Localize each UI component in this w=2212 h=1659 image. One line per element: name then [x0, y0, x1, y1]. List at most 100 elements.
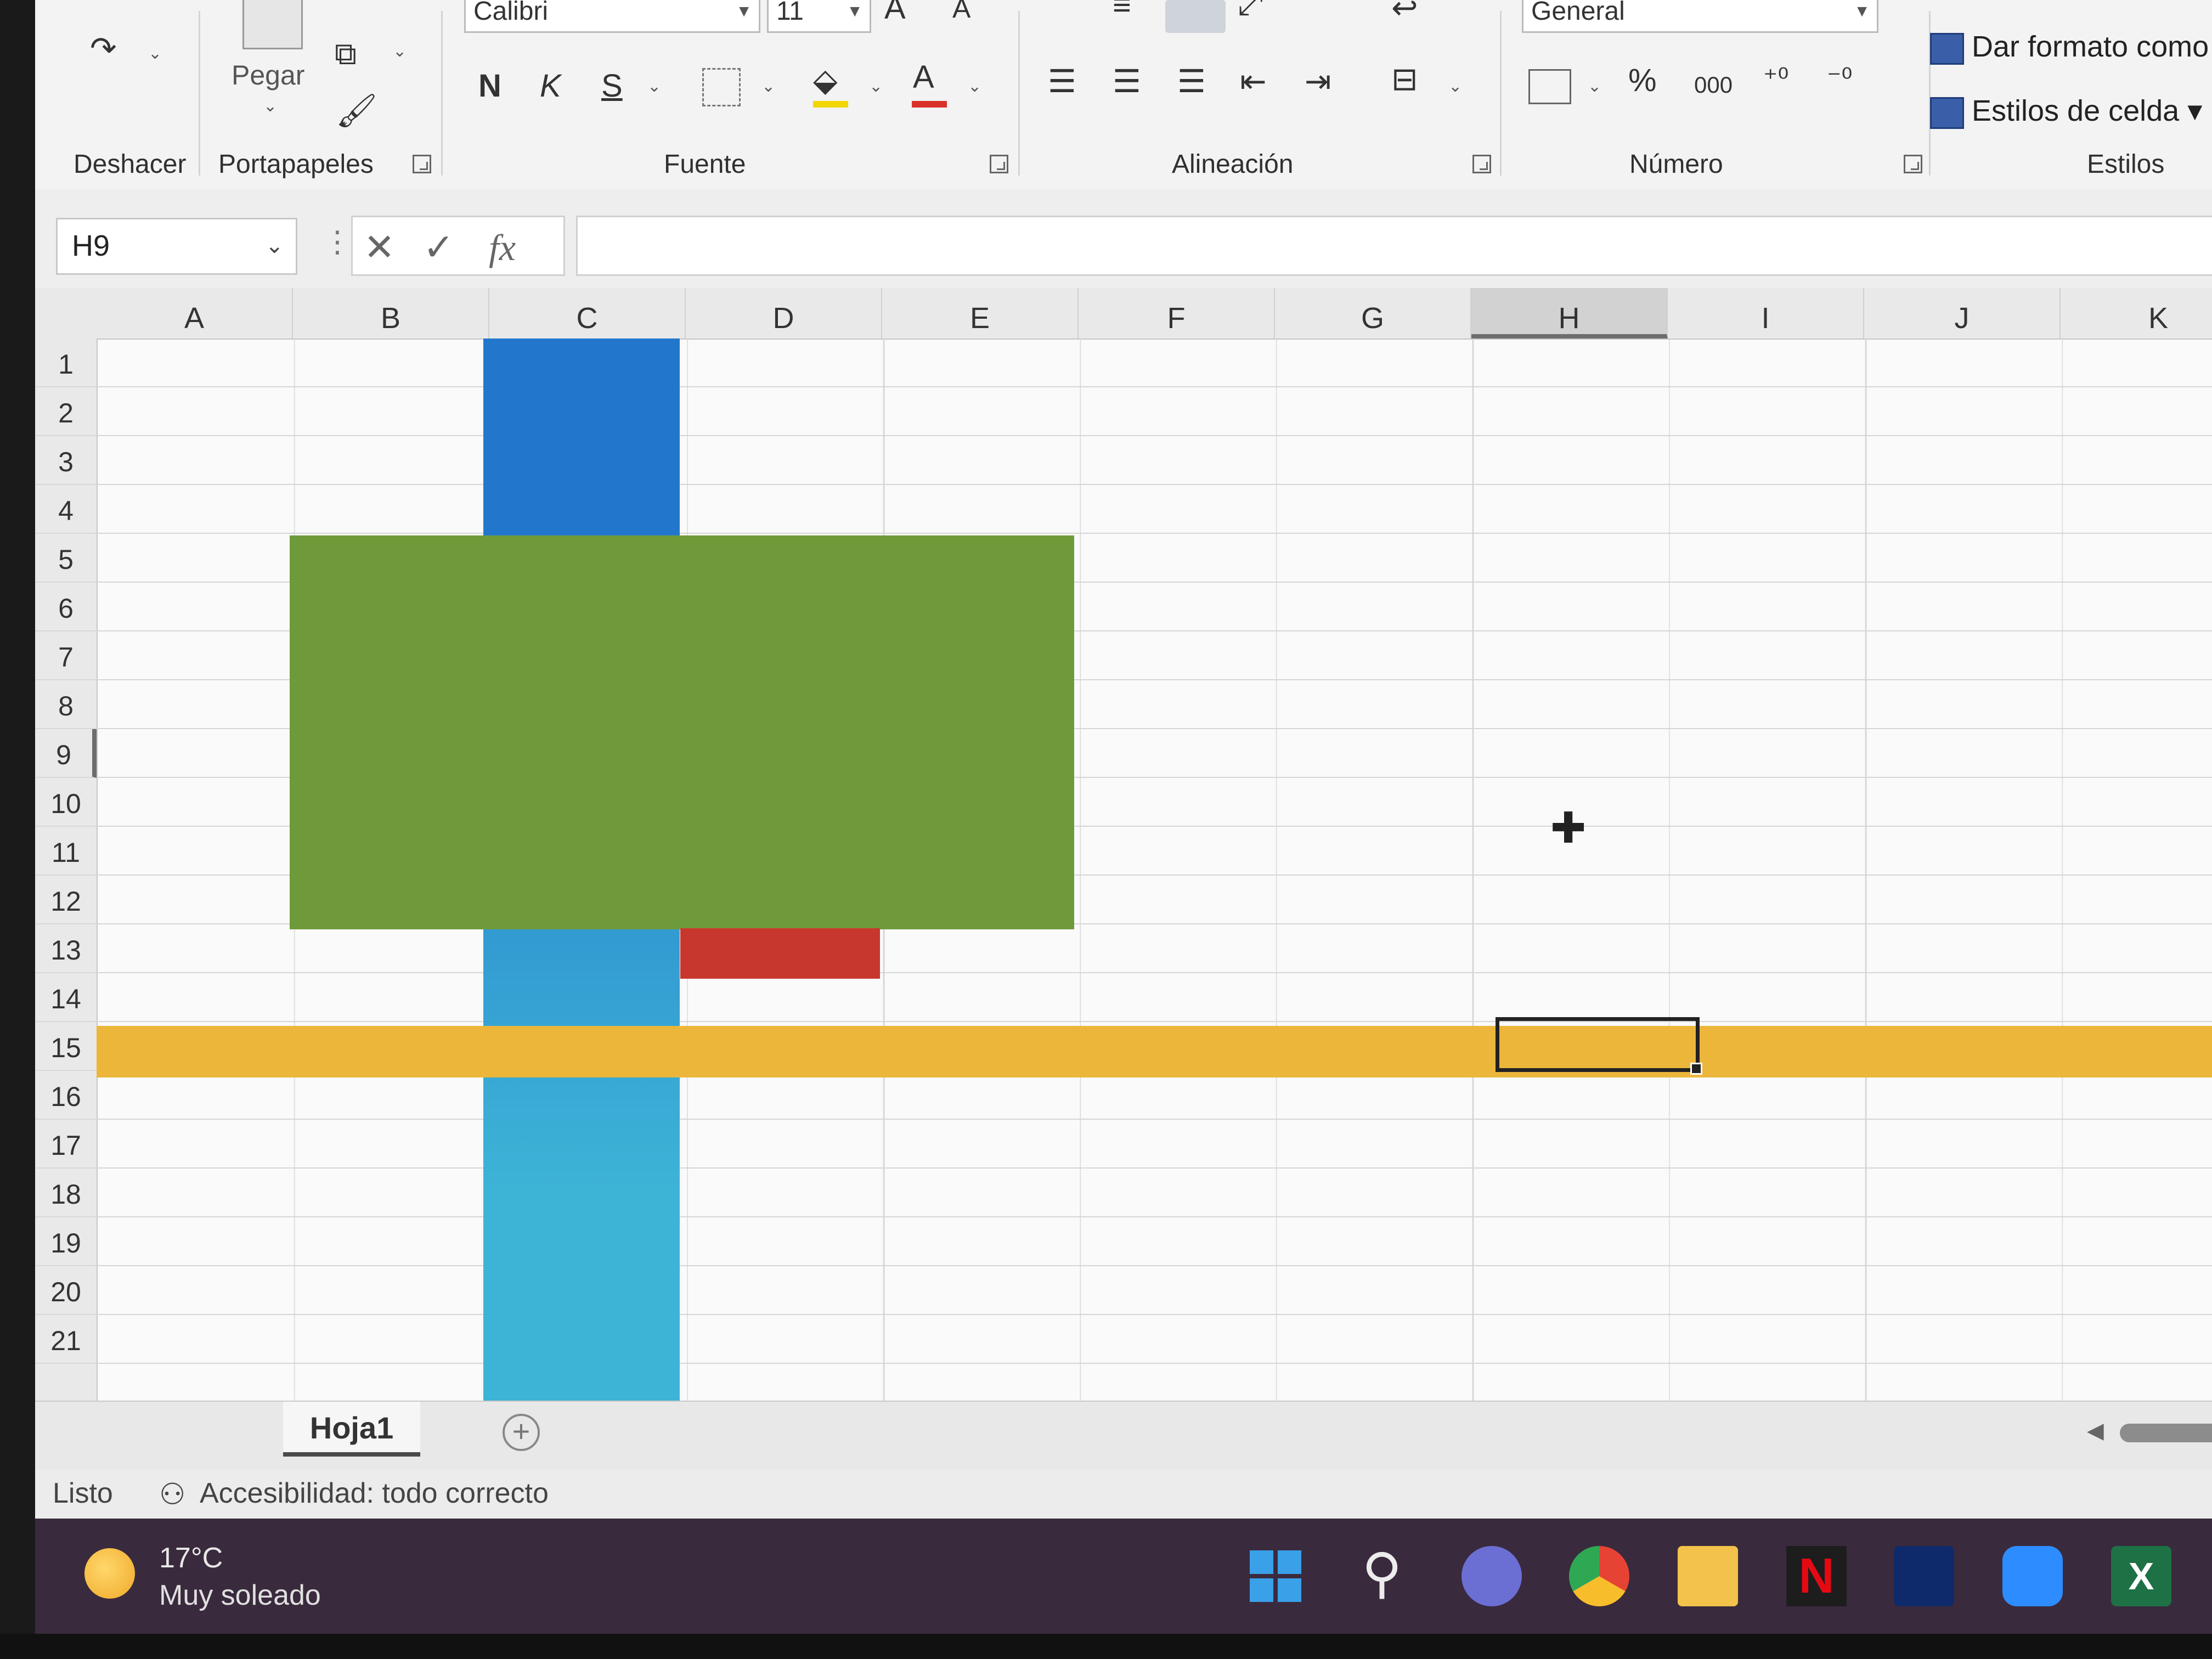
red-cell-fill[interactable]: [680, 928, 880, 979]
disney-plus-icon[interactable]: [1894, 1546, 1954, 1606]
paste-icon[interactable]: [242, 0, 303, 49]
column-header-a[interactable]: A: [97, 288, 293, 338]
format-as-table-button[interactable]: Dar formato como: [1930, 30, 2209, 65]
select-all-corner[interactable]: [35, 288, 97, 338]
copy-icon[interactable]: ⧉: [335, 38, 357, 69]
italic-button[interactable]: K: [540, 70, 561, 102]
fill-color-dropdown-icon[interactable]: ⌄: [869, 77, 883, 96]
column-header-b[interactable]: B: [293, 288, 489, 338]
row-header-16[interactable]: 16: [35, 1071, 97, 1120]
row-header-14[interactable]: 14: [35, 973, 97, 1022]
bold-button[interactable]: N: [478, 70, 501, 102]
decrease-indent-icon[interactable]: ⇤: [1240, 66, 1267, 98]
zoom-icon[interactable]: [2002, 1546, 2063, 1606]
redo-dropdown-icon[interactable]: ⌄: [148, 44, 162, 63]
column-header-d[interactable]: D: [686, 288, 882, 338]
row-header-13[interactable]: 13: [35, 924, 97, 973]
row-header-3[interactable]: 3: [35, 436, 97, 485]
yellow-row-fill[interactable]: [97, 1026, 2212, 1077]
row-header-8[interactable]: 8: [35, 680, 97, 729]
windows-start-icon[interactable]: [1245, 1546, 1306, 1606]
paste-button[interactable]: Pegar: [232, 59, 304, 91]
align-left-icon[interactable]: ☰: [1048, 66, 1076, 98]
horizontal-scrollbar[interactable]: [2120, 1424, 2212, 1442]
weather-sun-icon[interactable]: [84, 1548, 135, 1599]
weather-description[interactable]: Muy soleado: [159, 1579, 321, 1612]
wrap-text-icon[interactable]: ↩: [1391, 0, 1418, 24]
row-header-10[interactable]: 10: [35, 778, 97, 827]
active-cell-h9[interactable]: [1496, 1017, 1702, 1075]
green-rectangle-fill[interactable]: [290, 535, 1074, 929]
row-header-17[interactable]: 17: [35, 1120, 97, 1169]
column-header-i[interactable]: I: [1668, 288, 1864, 338]
accounting-format-icon[interactable]: [1528, 69, 1571, 104]
netflix-icon[interactable]: N: [1786, 1546, 1847, 1606]
clipboard-dialog-launcher-icon[interactable]: [413, 155, 431, 173]
row-header-19[interactable]: 19: [35, 1217, 97, 1266]
row-header-15[interactable]: 15: [35, 1022, 97, 1071]
merge-dropdown-icon[interactable]: ⌄: [1448, 77, 1462, 96]
align-center-icon[interactable]: ☰: [1113, 66, 1141, 98]
column-header-j[interactable]: J: [1864, 288, 2061, 338]
fill-color-icon[interactable]: ⬙: [813, 65, 838, 97]
format-painter-icon[interactable]: 🖌: [336, 94, 377, 127]
font-dialog-launcher-icon[interactable]: [990, 155, 1008, 173]
underline-button[interactable]: S: [601, 70, 623, 102]
enter-icon[interactable]: ✓: [423, 226, 454, 269]
borders-dropdown-icon[interactable]: ⌄: [761, 77, 775, 96]
number-format-select[interactable]: General ▼: [1522, 0, 1878, 33]
add-sheet-button[interactable]: +: [503, 1414, 540, 1451]
font-name-select[interactable]: Calibri ▼: [464, 0, 760, 33]
row-header-2[interactable]: 2: [35, 387, 97, 436]
column-header-h[interactable]: H: [1471, 288, 1668, 338]
search-icon[interactable]: ⚲: [1352, 1546, 1412, 1606]
accounting-dropdown-icon[interactable]: ⌄: [1588, 77, 1601, 96]
font-color-button[interactable]: A: [913, 61, 934, 93]
accessibility-status[interactable]: Accesibilidad: todo correcto: [200, 1477, 549, 1510]
decrease-decimal-icon[interactable]: ⁻⁰: [1827, 65, 1852, 92]
copy-dropdown-icon[interactable]: ⌄: [393, 42, 407, 61]
comma-style-button[interactable]: 000: [1694, 74, 1733, 97]
font-color-dropdown-icon[interactable]: ⌄: [968, 77, 981, 96]
row-header-6[interactable]: 6: [35, 583, 97, 631]
increase-decimal-icon[interactable]: ⁺⁰: [1763, 65, 1788, 92]
row-header-7[interactable]: 7: [35, 631, 97, 680]
paste-dropdown-icon[interactable]: ⌄: [263, 97, 277, 116]
column-header-e[interactable]: E: [882, 288, 1079, 338]
row-header-4[interactable]: 4: [35, 485, 97, 534]
alignment-dialog-launcher-icon[interactable]: [1472, 155, 1491, 173]
number-dialog-launcher-icon[interactable]: [1904, 155, 1922, 173]
increase-indent-icon[interactable]: ⇥: [1305, 66, 1331, 98]
weather-temperature[interactable]: 17°C: [159, 1542, 223, 1575]
chevron-down-icon[interactable]: ⌄: [265, 219, 284, 272]
increase-font-size-icon[interactable]: A: [884, 0, 906, 24]
row-header-9[interactable]: 9: [35, 729, 97, 778]
merge-center-icon[interactable]: ⊟: [1391, 64, 1418, 95]
sheet-tab-hoja1[interactable]: Hoja1: [283, 1402, 420, 1457]
formula-input[interactable]: [576, 216, 2212, 276]
row-header-18[interactable]: 18: [35, 1169, 97, 1217]
underline-dropdown-icon[interactable]: ⌄: [647, 77, 661, 96]
insert-function-icon[interactable]: fx: [489, 226, 516, 269]
redo-icon[interactable]: ↷: [90, 33, 117, 65]
align-bottom-icon[interactable]: [1165, 0, 1226, 33]
orientation-icon[interactable]: ⤢: [1238, 0, 1263, 20]
percent-style-button[interactable]: %: [1628, 65, 1657, 97]
file-explorer-icon[interactable]: [1678, 1546, 1738, 1606]
chrome-icon[interactable]: [1569, 1546, 1629, 1606]
row-header-1[interactable]: 1: [35, 338, 97, 387]
align-top-icon[interactable]: ⎺: [1048, 0, 1080, 21]
borders-icon[interactable]: [702, 68, 741, 106]
chat-icon[interactable]: [1462, 1546, 1522, 1606]
align-middle-icon[interactable]: ≡: [1113, 0, 1131, 21]
accessibility-icon[interactable]: ⚇: [159, 1477, 185, 1511]
align-right-icon[interactable]: ☰: [1177, 66, 1206, 98]
column-header-g[interactable]: G: [1275, 288, 1471, 338]
name-box[interactable]: H9 ⌄: [56, 218, 297, 275]
decrease-font-size-icon[interactable]: A: [952, 0, 970, 22]
cancel-icon[interactable]: ✕: [364, 226, 395, 269]
row-header-5[interactable]: 5: [35, 534, 97, 583]
cell-styles-button[interactable]: Estilos de celda ▾: [1930, 93, 2202, 129]
row-header-20[interactable]: 20: [35, 1266, 97, 1315]
column-header-k[interactable]: K: [2061, 288, 2212, 338]
